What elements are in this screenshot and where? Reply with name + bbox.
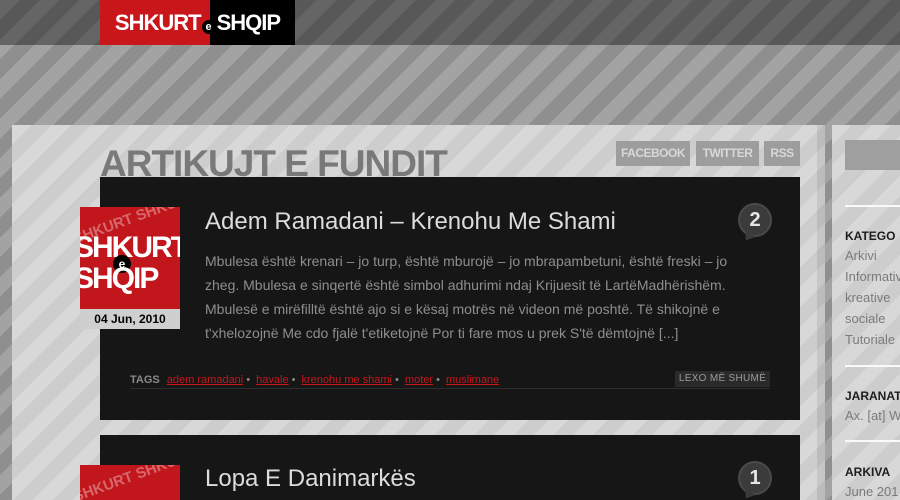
tag-separator: • xyxy=(246,374,251,386)
tags-label: TAGS xyxy=(130,374,160,386)
sidebar-divider xyxy=(845,440,900,442)
sidebar-search-box[interactable] xyxy=(845,140,900,170)
tags-divider xyxy=(130,388,770,389)
tag-link[interactable]: krenohu me shami xyxy=(302,374,393,386)
tag-link[interactable]: moter xyxy=(405,374,433,386)
tag-link[interactable]: adem ramadani xyxy=(167,374,243,386)
post-thumbnail[interactable]: SHKURT SHKURT xyxy=(80,465,180,500)
sidebar-heading-categories: KATEGO xyxy=(845,229,896,243)
tag-separator: • xyxy=(436,374,440,386)
sidebar-category-link[interactable]: Informativ xyxy=(845,269,900,284)
post-excerpt: Mbulesa është krenari – jo turp, është m… xyxy=(205,253,728,341)
sidebar-category-link[interactable]: kreative xyxy=(845,290,891,305)
rss-button[interactable]: RSS xyxy=(764,141,800,166)
sidebar-archive-link[interactable]: June 201 xyxy=(845,484,899,499)
post-title-link[interactable]: Lopa E Danimarkës xyxy=(205,465,416,493)
twitter-button[interactable]: TWITTER xyxy=(696,141,759,166)
read-more-button[interactable]: LEXO MË SHUMË xyxy=(675,371,770,387)
logo-text-left: SHKURT xyxy=(114,9,202,35)
sidebar-category-link[interactable]: Tutoriale xyxy=(845,332,895,347)
comment-count-bubble[interactable]: 1 xyxy=(738,461,772,495)
sidebar-ads-text: Ax. [at] W xyxy=(845,408,900,423)
site-logo[interactable]: SHKURT e SHQIP xyxy=(100,0,295,45)
post-date: 04 Jun, 2010 xyxy=(80,309,180,329)
sidebar-heading-ads: JARANAT xyxy=(845,389,900,403)
tag-separator: • xyxy=(395,374,399,386)
thumbnail-bg-text: SHKURT SHKURT xyxy=(80,465,180,500)
sidebar-category-link[interactable]: sociale xyxy=(845,311,885,326)
tag-separator: • xyxy=(291,374,296,386)
post-tags: TAGS adem ramadani • havale • krenohu me s… xyxy=(130,374,499,386)
post-title-link[interactable]: Adem Ramadani – Krenohu Me Shami xyxy=(205,208,616,236)
sidebar-divider xyxy=(845,205,900,207)
tag-link[interactable]: havale xyxy=(256,374,288,386)
logo-text-right: SHQIP xyxy=(216,9,281,35)
sidebar-category-link[interactable]: Arkivi xyxy=(845,248,877,263)
logo-e-mark: e xyxy=(201,19,216,34)
comment-count-bubble[interactable]: 2 xyxy=(738,203,772,237)
sidebar-heading-archive: ARKIVA xyxy=(845,465,891,479)
thumbnail-text-line2: SHQIP xyxy=(80,262,159,295)
tag-link[interactable]: muslimane xyxy=(446,374,499,386)
sidebar-divider xyxy=(845,365,900,367)
facebook-button[interactable]: FACEBOOK xyxy=(616,141,690,166)
